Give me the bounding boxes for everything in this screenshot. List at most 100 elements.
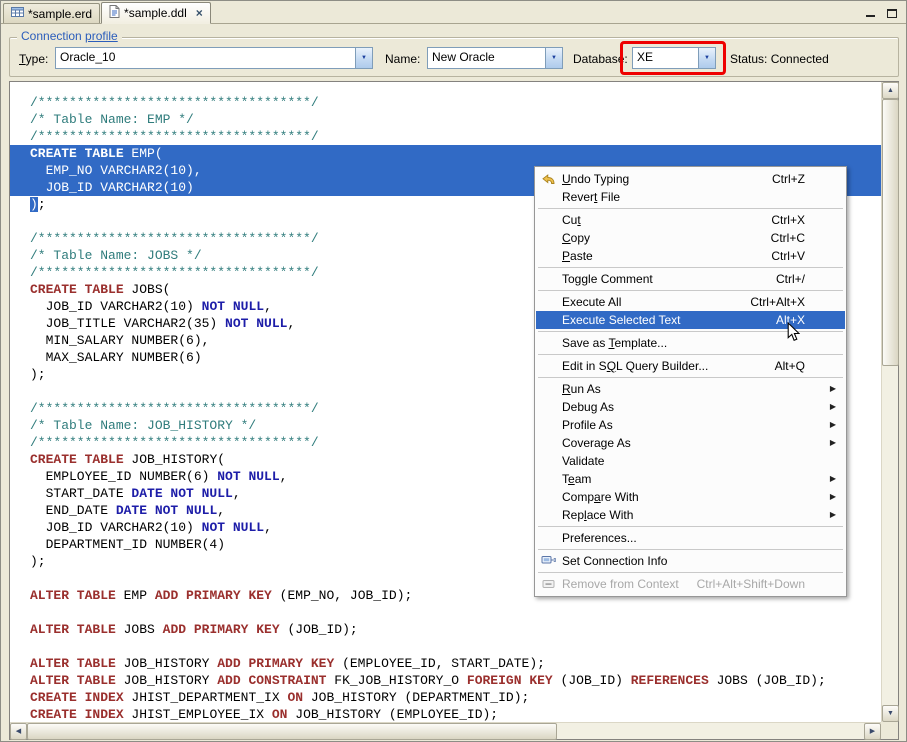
- menu-item-label: Compare With: [562, 490, 639, 504]
- menu-item-replace-with[interactable]: Replace With▶: [536, 506, 845, 524]
- menu-separator: [538, 572, 843, 573]
- code-token: NOT NULL: [217, 469, 279, 484]
- code-line[interactable]: CREATE INDEX JHIST_DEPARTMENT_IX ON JOB_…: [10, 689, 881, 706]
- code-token: ALTER TABLE: [30, 588, 116, 603]
- menu-item-preferences[interactable]: Preferences...: [536, 529, 845, 547]
- tab-label: *sample.erd: [28, 7, 92, 21]
- menu-item-toggle-comment[interactable]: Toggle CommentCtrl+/: [536, 270, 845, 288]
- scroll-up-button[interactable]: ▲: [882, 82, 899, 99]
- window-controls: [864, 6, 898, 18]
- code-token: ALTER TABLE: [30, 656, 116, 671]
- code-token: MAX_SALARY NUMBER(6): [30, 350, 202, 365]
- scrollbar-corner: [881, 722, 898, 739]
- menu-item-remove-from-context: Remove from ContextCtrl+Alt+Shift+Down: [536, 575, 845, 593]
- menu-item-execute-all[interactable]: Execute AllCtrl+Alt+X: [536, 293, 845, 311]
- code-token: ,: [264, 520, 272, 535]
- code-token: ;: [38, 197, 46, 212]
- menu-shortcut: Ctrl+X: [771, 213, 805, 227]
- code-line[interactable]: ALTER TABLE JOB_HISTORY ADD PRIMARY KEY …: [10, 655, 881, 672]
- connection-profile-title: Connection profile: [17, 29, 122, 43]
- menu-item-debug-as[interactable]: Debug As▶: [536, 398, 845, 416]
- code-token: ADD PRIMARY KEY: [155, 588, 272, 603]
- menu-item-edit-in-sql-query-builder[interactable]: Edit in SQL Query Builder...Alt+Q: [536, 357, 845, 375]
- code-token: EMP_NO VARCHAR2(10),: [30, 163, 202, 178]
- code-token: EMP: [116, 588, 155, 603]
- code-token: ): [30, 197, 38, 212]
- code-token: REFERENCES: [631, 673, 709, 688]
- submenu-arrow-icon: ▶: [830, 475, 836, 483]
- maximize-icon[interactable]: [886, 6, 898, 18]
- menu-item-label: Set Connection Info: [562, 554, 667, 568]
- menu-item-validate[interactable]: Validate: [536, 452, 845, 470]
- code-token: JOB_HISTORY(: [124, 452, 225, 467]
- menu-separator: [538, 526, 843, 527]
- submenu-arrow-icon: ▶: [830, 439, 836, 447]
- code-token: );: [30, 554, 46, 569]
- code-line[interactable]: ALTER TABLE JOB_HISTORY ADD CONSTRAINT F…: [10, 672, 881, 689]
- scroll-down-icon: ▼: [887, 710, 894, 717]
- minimize-icon[interactable]: [864, 6, 876, 18]
- code-line[interactable]: [10, 604, 881, 621]
- vertical-scrollbar[interactable]: ▲ ▼: [881, 82, 898, 722]
- code-token: ,: [287, 316, 295, 331]
- name-label: Name:: [385, 52, 420, 66]
- menu-shortcut: Ctrl+/: [776, 272, 805, 286]
- menu-item-cut[interactable]: Cut Ctrl+X: [536, 211, 845, 229]
- scroll-left-button[interactable]: ◀: [10, 723, 27, 740]
- menu-item-label: Validate: [562, 454, 604, 468]
- erd-file-icon: [11, 6, 24, 21]
- code-token: /***********************************/: [30, 435, 319, 450]
- code-line[interactable]: /***********************************/: [10, 94, 881, 111]
- scroll-down-button[interactable]: ▼: [882, 705, 899, 722]
- tab-sample-ddl[interactable]: *sample.ddl ×: [101, 2, 211, 24]
- menu-item-team[interactable]: Team▶: [536, 470, 845, 488]
- code-token: JOBS(: [124, 282, 171, 297]
- code-token: /***********************************/: [30, 95, 319, 110]
- code-token: JOB_HISTORY (DEPARTMENT_ID);: [303, 690, 529, 705]
- menu-item-label: Remove from Context: [562, 577, 679, 591]
- code-line[interactable]: /***********************************/: [10, 128, 881, 145]
- connection-profile-link[interactable]: profile: [85, 29, 118, 43]
- menu-item-revert-file[interactable]: Revert File: [536, 188, 845, 206]
- code-token: ADD PRIMARY KEY: [217, 656, 334, 671]
- menu-item-undo-typing[interactable]: Undo TypingCtrl+Z: [536, 170, 845, 188]
- menu-separator: [538, 377, 843, 378]
- menu-item-set-connection-info[interactable]: Set Connection Info: [536, 552, 845, 570]
- code-line[interactable]: CREATE TABLE EMP(: [10, 145, 881, 162]
- code-line[interactable]: /* Table Name: EMP */: [10, 111, 881, 128]
- horizontal-scrollbar-thumb[interactable]: [27, 723, 557, 740]
- code-token: ON: [272, 707, 288, 722]
- name-combobox[interactable]: New Oracle ▼: [427, 47, 563, 69]
- close-tab-icon[interactable]: ×: [196, 7, 203, 19]
- menu-item-label: Execute Selected Text: [562, 313, 681, 327]
- dropdown-arrow-icon: ▼: [551, 55, 557, 61]
- code-token: );: [30, 367, 46, 382]
- code-token: CREATE INDEX: [30, 690, 124, 705]
- menu-shortcut: Ctrl+C: [771, 231, 805, 245]
- menu-item-label: Revert File: [562, 190, 620, 204]
- menu-shortcut: Alt+Q: [775, 359, 805, 373]
- scroll-right-button[interactable]: ▶: [864, 723, 881, 740]
- code-token: JOBS: [116, 622, 163, 637]
- code-token: (EMP_NO, JOB_ID);: [272, 588, 412, 603]
- menu-item-profile-as[interactable]: Profile As▶: [536, 416, 845, 434]
- submenu-arrow-icon: ▶: [830, 403, 836, 411]
- menu-item-label: Replace With: [562, 508, 633, 522]
- horizontal-scrollbar[interactable]: ◀ ▶: [10, 722, 881, 739]
- vertical-scrollbar-thumb[interactable]: [882, 99, 899, 366]
- code-line[interactable]: ALTER TABLE JOBS ADD PRIMARY KEY (JOB_ID…: [10, 621, 881, 638]
- code-token: DEPARTMENT_ID NUMBER(4): [30, 537, 225, 552]
- type-combobox-dropdown-button[interactable]: ▼: [355, 48, 372, 68]
- type-combobox[interactable]: Oracle_10 ▼: [55, 47, 373, 69]
- code-line[interactable]: CREATE INDEX JHIST_EMPLOYEE_IX ON JOB_HI…: [10, 706, 881, 722]
- menu-item-copy[interactable]: CopyCtrl+C: [536, 229, 845, 247]
- menu-item-label: Cut: [562, 213, 581, 227]
- code-line[interactable]: [10, 638, 881, 655]
- name-combobox-dropdown-button[interactable]: ▼: [545, 48, 562, 68]
- menu-item-run-as[interactable]: Run As▶: [536, 380, 845, 398]
- menu-item-paste[interactable]: PasteCtrl+V: [536, 247, 845, 265]
- tab-sample-erd[interactable]: *sample.erd: [3, 3, 100, 23]
- menu-item-compare-with[interactable]: Compare With▶: [536, 488, 845, 506]
- menu-item-coverage-as[interactable]: Coverage As▶: [536, 434, 845, 452]
- code-token: ,: [217, 503, 225, 518]
